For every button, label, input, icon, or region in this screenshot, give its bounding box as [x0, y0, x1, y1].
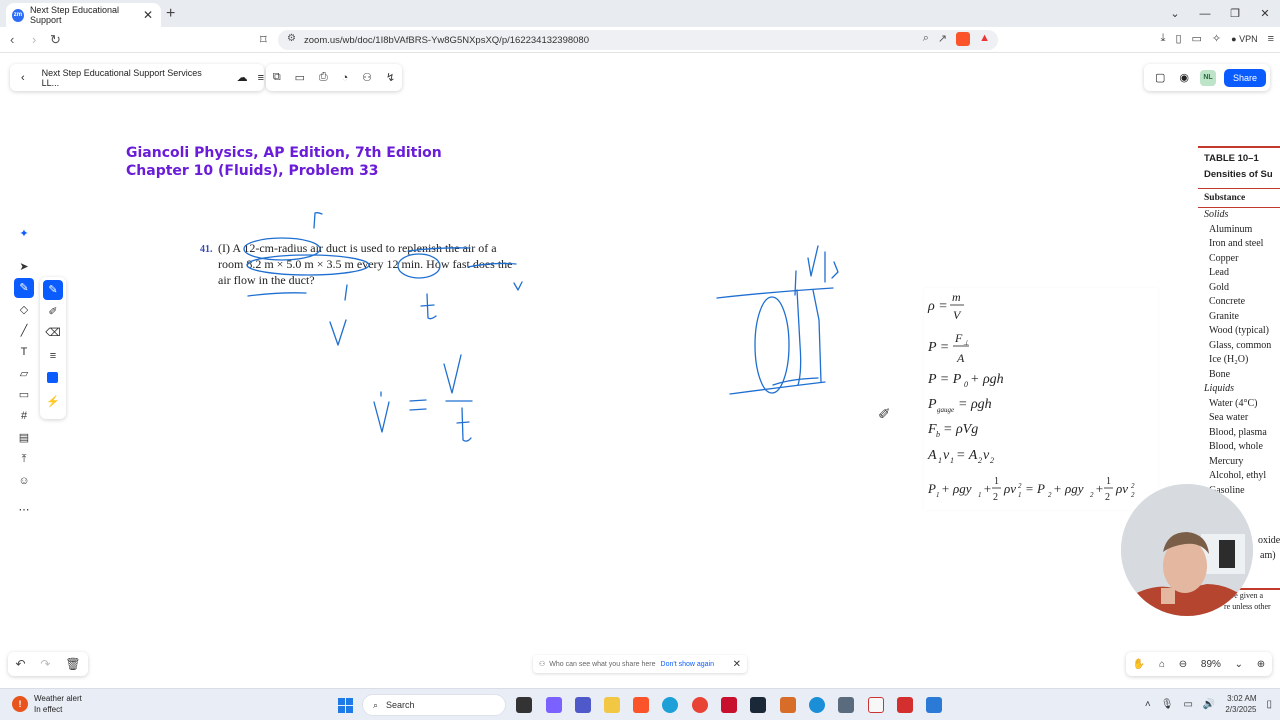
weather-widget[interactable]: ! Weather alert In effect: [12, 693, 82, 715]
volume-icon[interactable]: 🔊: [1203, 699, 1215, 710]
ink-circle-radius: [243, 237, 321, 261]
edge-icon[interactable]: [662, 697, 678, 713]
ink-underline-how-fast: [467, 262, 517, 268]
app-icon-2[interactable]: [780, 697, 796, 713]
ink-duct-side: [796, 289, 802, 386]
visibility-notice: ⚇ Who can see what you share here Don't …: [533, 655, 747, 673]
zoom-in-icon[interactable]: ⊕: [1257, 659, 1265, 670]
webcam-video: [1121, 484, 1253, 616]
teams-icon[interactable]: [575, 697, 591, 713]
search-icon: ⌕: [373, 699, 379, 710]
ink-circle-dimensions: [246, 254, 370, 276]
ink-line-top: [716, 287, 834, 299]
ink-underline-air-flow: [247, 292, 307, 297]
app-icon-3[interactable]: [809, 697, 825, 713]
clock-time: 3:02 AM: [1227, 694, 1257, 703]
pencil-cursor-icon: ✐: [878, 406, 891, 423]
lock-icon[interactable]: ⌂: [1159, 659, 1165, 670]
app-icon[interactable]: [721, 697, 737, 713]
calculator-icon[interactable]: [838, 697, 854, 713]
chrome-icon[interactable]: [692, 697, 708, 713]
microphone-icon[interactable]: 🎙: [1161, 699, 1174, 710]
start-icon[interactable]: [338, 698, 353, 713]
ink-letter-t: [420, 293, 437, 320]
weather-subtitle: In effect: [34, 705, 63, 714]
ink-letter-r: [313, 212, 323, 229]
app-icon-4[interactable]: [926, 697, 942, 713]
ink-letter-V: [329, 319, 347, 346]
task-view-icon[interactable]: [516, 697, 532, 713]
history-controls: ↶ ↷ 🗑: [8, 652, 88, 676]
pen-annotations[interactable]: [0, 0, 1280, 720]
search-label: Search: [386, 700, 415, 710]
ink-denominator-t: [456, 407, 472, 442]
close-notice-icon[interactable]: ✕: [733, 659, 741, 670]
zoom-controls: ✋ ⌂ ⊖ 89% ⌄ ⊕: [1126, 652, 1272, 676]
ink-checkmark: [513, 281, 523, 291]
ink-duct-ellipse: [754, 296, 790, 394]
taskbar-search[interactable]: ⌕ Search: [362, 694, 506, 716]
dont-show-again-link[interactable]: Don't show again: [661, 661, 714, 668]
undo-icon[interactable]: ↶: [15, 657, 25, 671]
presenter-webcam[interactable]: [1121, 484, 1253, 616]
notifications-icon[interactable]: ▯: [1266, 699, 1272, 710]
ink-letter-v: [373, 401, 390, 433]
tray-overflow-icon[interactable]: ˄: [1145, 699, 1151, 710]
ink-underline-replenish: [407, 247, 471, 252]
zoom-out-icon[interactable]: ⊖: [1179, 659, 1187, 670]
ink-letter-v-small: [807, 245, 819, 277]
clock[interactable]: 3:02 AM 2/3/2025: [1225, 693, 1256, 715]
itunes-icon[interactable]: [868, 697, 884, 713]
steam-icon[interactable]: [750, 697, 766, 713]
ink-duct-right: [812, 289, 822, 383]
notice-text: Who can see what you share here: [549, 660, 656, 668]
clock-date: 2/3/2025: [1225, 705, 1257, 714]
weather-title: Weather alert: [34, 694, 82, 703]
redo-icon[interactable]: ↷: [40, 657, 50, 671]
brave-browser-icon[interactable]: [633, 697, 649, 713]
weather-alert-icon: !: [12, 696, 28, 712]
delete-icon[interactable]: 🗑: [65, 657, 80, 671]
people-icon: ⚇: [539, 661, 546, 668]
zoom-level[interactable]: 89%: [1201, 659, 1221, 670]
ink-numerator-V: [443, 354, 462, 394]
copilot-icon[interactable]: [546, 697, 562, 713]
file-explorer-icon[interactable]: [604, 697, 620, 713]
ink-stroke: [794, 270, 797, 296]
system-tray: ˄ 🎙 ▭ 🔊 3:02 AM 2/3/2025 ▯: [1145, 693, 1272, 715]
ink-equals: [409, 399, 427, 411]
taskbar: ! Weather alert In effect ⌕ Search ˄ 🎙 ▭…: [0, 688, 1280, 720]
pan-hand-icon[interactable]: ✋: [1133, 659, 1145, 670]
ink-tick: [344, 284, 348, 301]
network-icon[interactable]: ▭: [1183, 699, 1192, 710]
ink-circle-time: [397, 253, 441, 279]
acrobat-icon[interactable]: [897, 697, 913, 713]
zoom-dropdown-icon[interactable]: ⌄: [1235, 659, 1243, 670]
ink-letter-t-small: [824, 251, 839, 283]
